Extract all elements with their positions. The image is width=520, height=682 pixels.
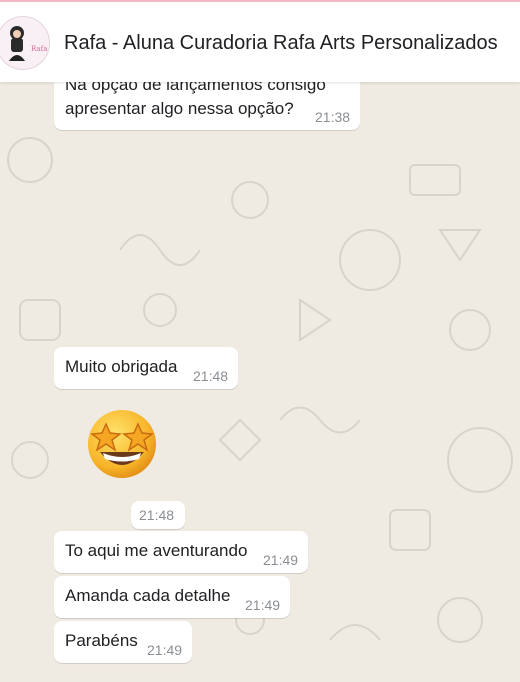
avatar-illustration-icon: Rafa Arts: [0, 17, 49, 69]
chat-title[interactable]: Rafa - Aluna Curadoria Rafa Arts Persona…: [64, 32, 498, 55]
message-text: apresentar algo nessa opção?: [65, 99, 294, 118]
avatar-logo-text: Rafa Arts: [31, 45, 49, 53]
message-timestamp: 21:49: [147, 642, 183, 658]
message-timestamp: 21:49: [245, 597, 281, 613]
message-timestamp: 21:49: [263, 552, 299, 568]
message-text: To aqui me aventurando: [65, 541, 248, 560]
message-timestamp: 21:48: [139, 507, 175, 523]
message-timestamp: 21:38: [315, 109, 351, 125]
chat-header: Rafa Arts Rafa - Aluna Curadoria Rafa Ar…: [0, 0, 520, 82]
star-struck-emoji-icon: [88, 410, 156, 478]
message-text: Muito obrigada: [65, 357, 178, 376]
message-text: Amanda cada detalhe: [65, 586, 231, 605]
avatar[interactable]: Rafa Arts: [0, 16, 50, 70]
message-text: Parabéns: [65, 631, 138, 650]
message-timestamp: 21:48: [193, 368, 229, 384]
